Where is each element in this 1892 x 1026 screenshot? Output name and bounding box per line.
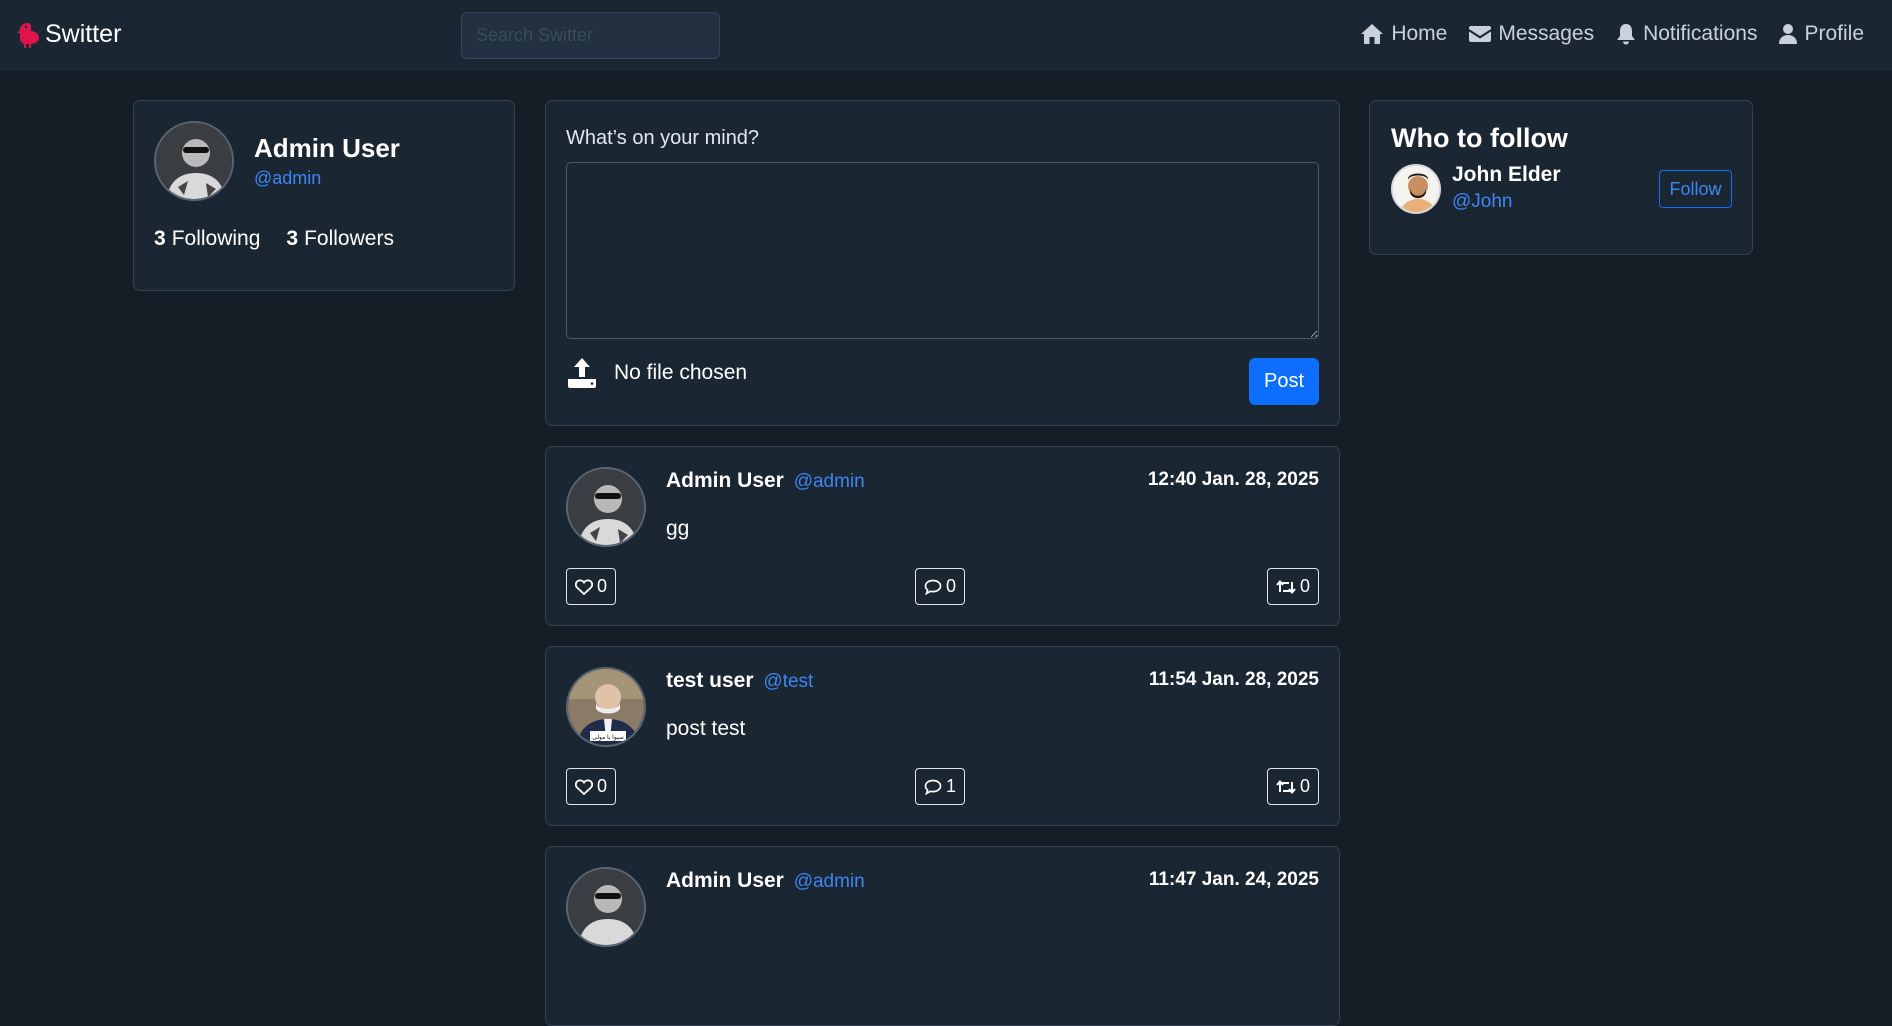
post-body: gg bbox=[666, 517, 690, 540]
heart-icon bbox=[575, 778, 593, 795]
nav-profile-label: Profile bbox=[1804, 22, 1864, 45]
post-button[interactable]: Post bbox=[1249, 358, 1319, 405]
post-composer: What’s on your mind? No file chosen Post bbox=[545, 100, 1340, 426]
suggested-user-handle[interactable]: @John bbox=[1452, 191, 1513, 213]
retweet-icon bbox=[1276, 579, 1296, 594]
nav-notifications-label: Notifications bbox=[1643, 22, 1758, 45]
post-avatar[interactable] bbox=[566, 467, 646, 547]
nav-home-label: Home bbox=[1391, 22, 1448, 45]
retweet-count: 0 bbox=[1299, 576, 1310, 596]
comment-button[interactable]: 1 bbox=[915, 768, 966, 805]
post-author: test user @test bbox=[666, 669, 813, 693]
follow-button[interactable]: Follow bbox=[1659, 170, 1732, 208]
avatar-caption: سيوا با مولی bbox=[592, 734, 624, 741]
composer-prompt: What’s on your mind? bbox=[566, 127, 760, 149]
post-textarea[interactable] bbox=[566, 162, 1319, 339]
post-author-handle[interactable]: @test bbox=[763, 671, 813, 692]
navbar: Switter Home Messages Notifications bbox=[0, 0, 1892, 70]
admin-avatar-image bbox=[568, 869, 644, 945]
john-avatar-image bbox=[1393, 166, 1439, 212]
followers-label: Followers bbox=[304, 227, 394, 250]
avatar[interactable] bbox=[154, 121, 234, 201]
search-input[interactable] bbox=[461, 12, 720, 59]
post-author: Admin User @admin bbox=[666, 469, 865, 493]
upload-icon bbox=[568, 358, 596, 388]
comment-button[interactable]: 0 bbox=[915, 568, 966, 605]
nav-profile[interactable]: Profile bbox=[1779, 22, 1864, 46]
like-count: 0 bbox=[597, 776, 608, 796]
comment-count: 1 bbox=[946, 776, 957, 796]
bird-logo-icon bbox=[17, 22, 39, 48]
retweet-button[interactable]: 0 bbox=[1266, 768, 1319, 805]
retweet-icon bbox=[1276, 779, 1296, 794]
admin-avatar-image bbox=[156, 123, 232, 199]
house-icon bbox=[1361, 24, 1384, 44]
post-card: Admin User @admin 11:47 Jan. 24, 2025 bbox=[545, 846, 1340, 1026]
post-card: سيوا با مولی test user @test 11:54 Jan. … bbox=[545, 646, 1340, 826]
bell-icon bbox=[1617, 24, 1636, 45]
comment-count: 0 bbox=[946, 576, 957, 596]
nav-messages[interactable]: Messages bbox=[1469, 22, 1594, 46]
following-label: Following bbox=[171, 227, 261, 250]
profile-stats: 3 Following 3 Followers bbox=[154, 227, 394, 251]
post-author-name[interactable]: Admin User bbox=[666, 469, 784, 492]
like-button[interactable]: 0 bbox=[566, 568, 617, 605]
brand-name: Switter bbox=[45, 20, 122, 48]
profile-card: Admin User @admin 3 Following 3 Followers bbox=[133, 100, 515, 291]
file-status: No file chosen bbox=[614, 361, 748, 384]
suggested-user-avatar[interactable] bbox=[1391, 164, 1441, 214]
following-count: 3 bbox=[154, 227, 166, 250]
post-avatar[interactable]: سيوا با مولی bbox=[566, 667, 646, 747]
post-body: post test bbox=[666, 717, 746, 740]
post-author: Admin User @admin bbox=[666, 869, 865, 893]
post-author-name[interactable]: Admin User bbox=[666, 869, 784, 892]
who-to-follow-title: Who to follow bbox=[1391, 123, 1568, 153]
followers-stat[interactable]: 3 Followers bbox=[286, 227, 394, 251]
retweet-button[interactable]: 0 bbox=[1266, 568, 1319, 605]
nav-notifications[interactable]: Notifications bbox=[1616, 22, 1757, 46]
post-timestamp: 11:47 Jan. 24, 2025 bbox=[1148, 869, 1319, 890]
post-avatar[interactable] bbox=[566, 867, 646, 947]
who-to-follow-card: Who to follow John Elder @John Follow bbox=[1369, 100, 1753, 255]
envelope-icon bbox=[1469, 26, 1492, 42]
comment-icon bbox=[924, 779, 942, 795]
retweet-count: 0 bbox=[1299, 776, 1310, 796]
comment-icon bbox=[924, 579, 942, 595]
heart-icon bbox=[575, 578, 593, 595]
test-user-avatar-image: سيوا با مولی bbox=[568, 669, 644, 745]
post-author-name[interactable]: test user bbox=[666, 669, 754, 692]
followers-count: 3 bbox=[286, 227, 299, 250]
like-button[interactable]: 0 bbox=[566, 768, 617, 805]
suggested-user-name[interactable]: John Elder bbox=[1452, 163, 1561, 187]
admin-avatar-image bbox=[568, 469, 644, 545]
nav-home[interactable]: Home bbox=[1360, 22, 1447, 46]
nav-links: Home Messages Notifications Profile bbox=[1360, 22, 1864, 46]
post-author-handle[interactable]: @admin bbox=[794, 471, 865, 492]
post-timestamp: 12:40 Jan. 28, 2025 bbox=[1147, 469, 1319, 490]
file-upload[interactable]: No file chosen bbox=[566, 357, 747, 389]
post-card: Admin User @admin 12:40 Jan. 28, 2025 gg… bbox=[545, 446, 1340, 626]
profile-name: Admin User bbox=[254, 133, 400, 163]
person-icon bbox=[1779, 24, 1798, 44]
brand-link[interactable]: Switter bbox=[17, 20, 121, 49]
like-count: 0 bbox=[597, 576, 608, 596]
profile-handle[interactable]: @admin bbox=[254, 168, 321, 189]
post-timestamp: 11:54 Jan. 28, 2025 bbox=[1148, 669, 1319, 690]
following-stat[interactable]: 3 Following bbox=[154, 227, 260, 251]
nav-messages-label: Messages bbox=[1498, 22, 1595, 45]
